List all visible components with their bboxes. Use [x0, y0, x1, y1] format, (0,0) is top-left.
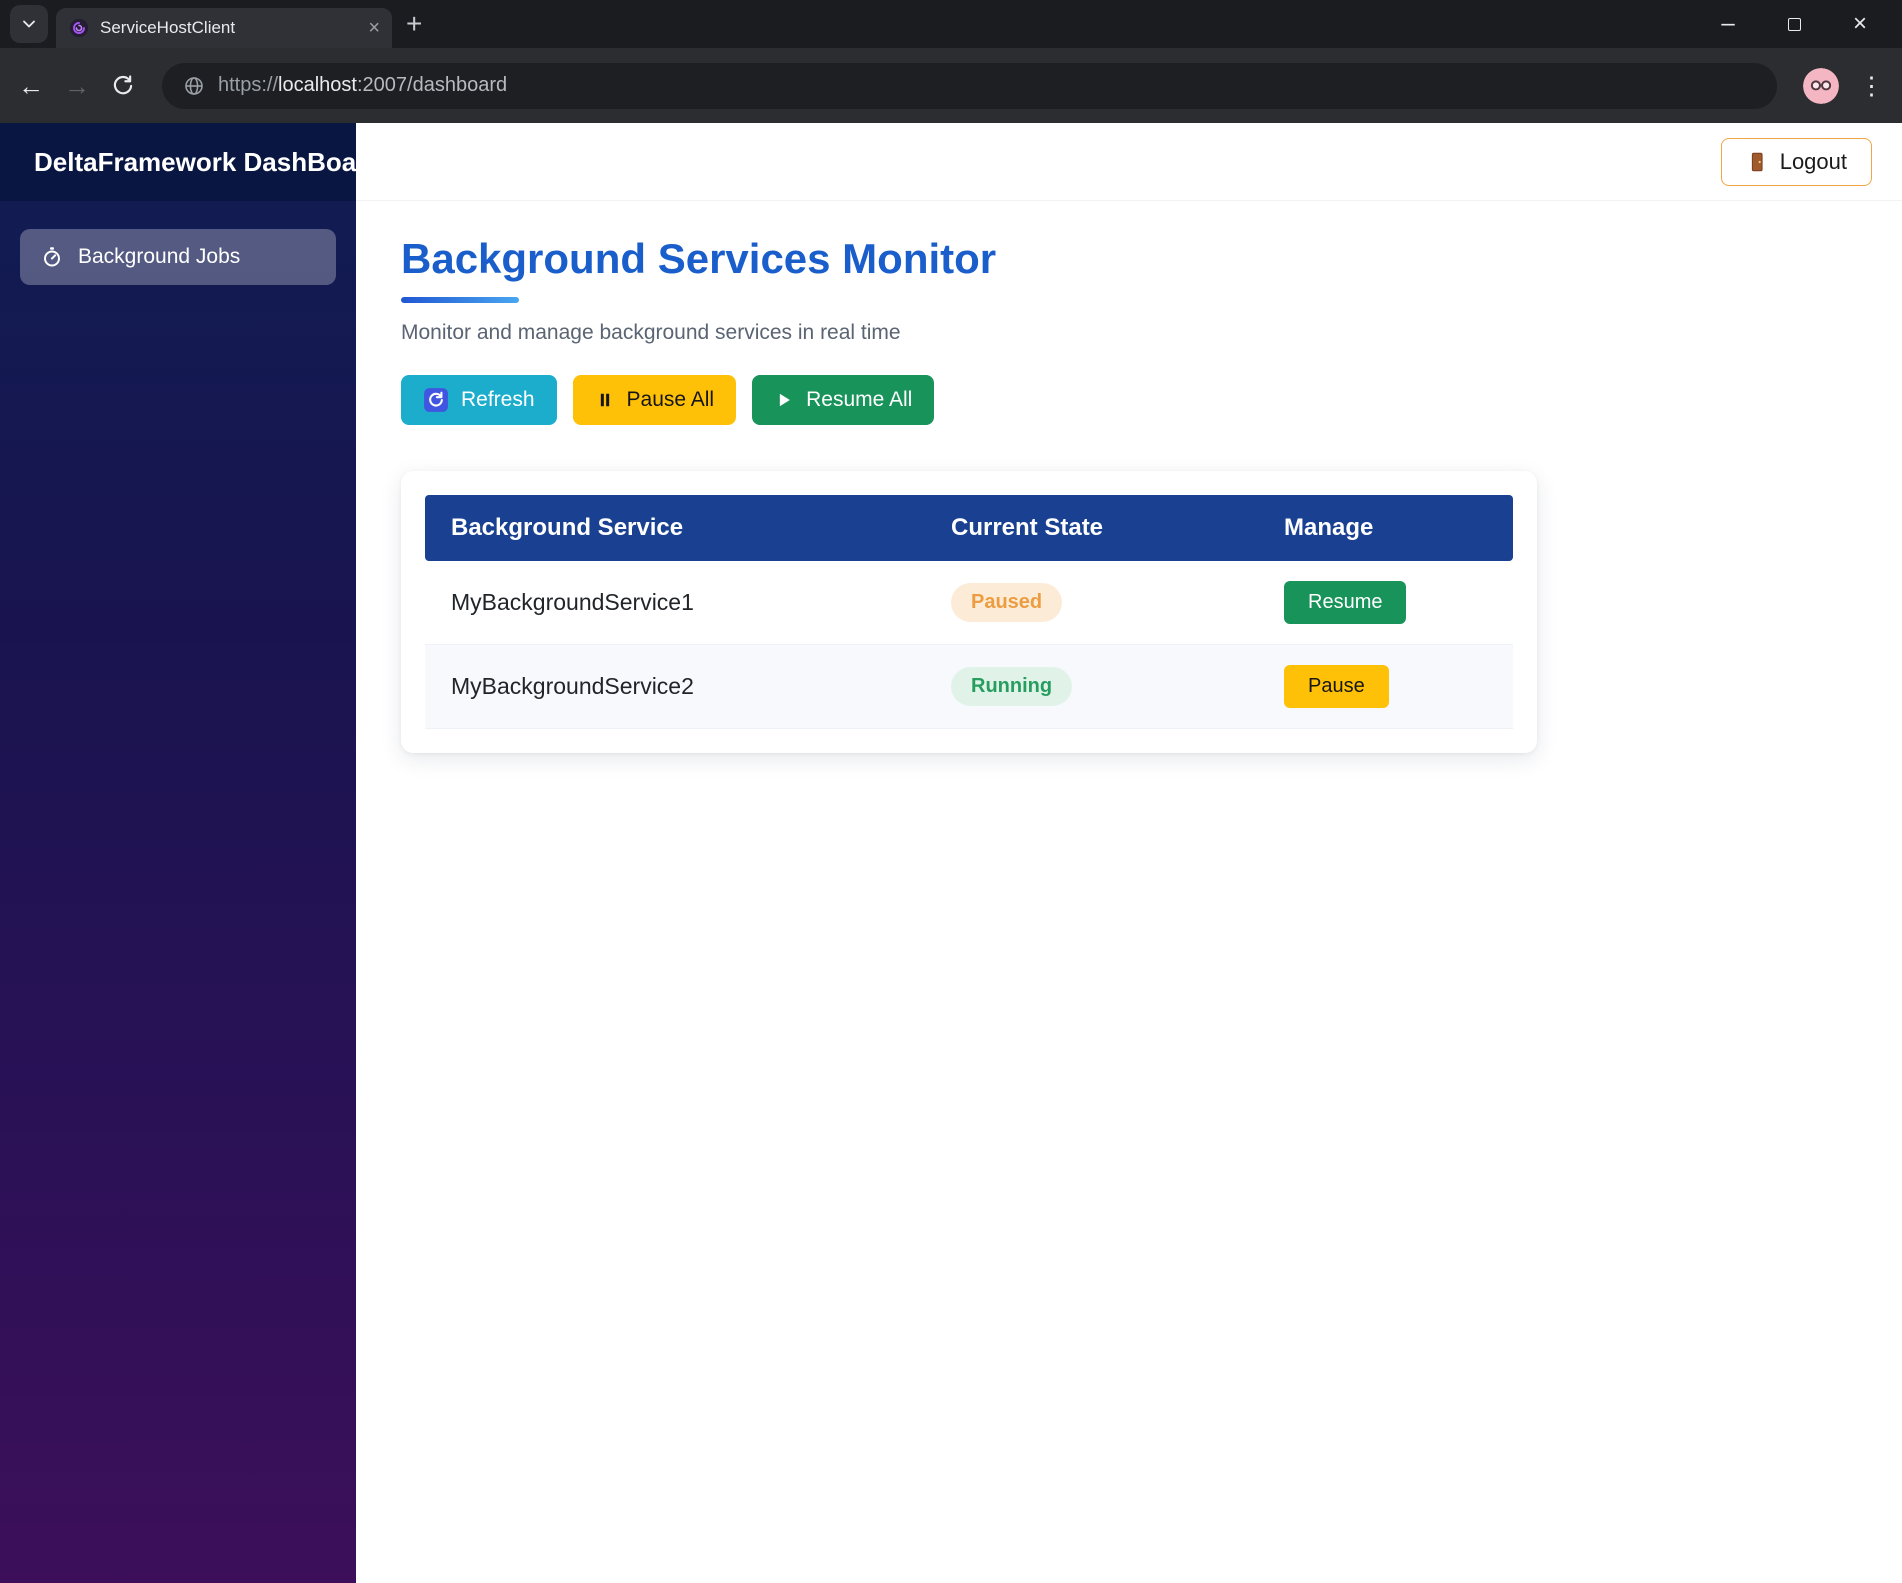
- stopwatch-icon: [40, 245, 64, 269]
- url-path: :2007/dashboard: [356, 74, 508, 96]
- status-badge: Paused: [951, 583, 1063, 622]
- chevron-down-icon: [19, 14, 39, 34]
- refresh-button[interactable]: Refresh: [401, 375, 557, 425]
- maximize-icon: [1787, 17, 1801, 31]
- top-header: Logout: [356, 123, 1902, 201]
- site-favicon-icon: [68, 17, 90, 39]
- app-brand: DeltaFramework DashBoard: [0, 123, 382, 201]
- page-content: Background Services Monitor Monitor and …: [356, 201, 1902, 787]
- service-name: MyBackgroundService1: [425, 561, 925, 645]
- url-host: localhost: [278, 74, 357, 96]
- browser-toolbar: ← → https://localhost:2007/dashboard ⋮: [0, 48, 1902, 123]
- col-header-current-state: Current State: [925, 495, 1258, 561]
- browser-window: ServiceHostClient × + – × ← → https://lo…: [0, 0, 1902, 123]
- services-table: Background Service Current State Manage …: [425, 495, 1513, 729]
- service-name: MyBackgroundService2: [425, 644, 925, 729]
- close-button[interactable]: ×: [1840, 6, 1880, 42]
- browser-tab[interactable]: ServiceHostClient ×: [56, 8, 392, 48]
- new-tab-button[interactable]: +: [406, 10, 422, 38]
- title-accent-bar: [401, 297, 519, 303]
- profile-avatar[interactable]: [1803, 67, 1839, 104]
- sidebar: DeltaFramework DashBoard Background Jobs: [0, 123, 382, 1583]
- resume-all-label: Resume All: [806, 388, 913, 411]
- sidebar-item-label: Background Jobs: [78, 245, 241, 268]
- pause-icon: [595, 390, 615, 410]
- main-column: Logout Background Services Monitor Monit…: [356, 123, 1902, 1583]
- refresh-icon: [423, 387, 449, 413]
- maximize-button[interactable]: [1774, 6, 1814, 42]
- pause-all-button[interactable]: Pause All: [572, 375, 737, 425]
- table-header-row: Background Service Current State Manage: [425, 495, 1513, 561]
- back-button[interactable]: ←: [18, 73, 44, 99]
- window-controls: – ×: [1708, 6, 1892, 42]
- tab-close-icon[interactable]: ×: [368, 18, 380, 38]
- page-title: Background Services Monitor: [401, 235, 997, 282]
- actions-toolbar: Refresh Pause All Resume All: [401, 375, 1857, 425]
- table-row: MyBackgroundService2 Running Pause: [425, 644, 1513, 729]
- refresh-label: Refresh: [461, 388, 535, 411]
- pause-service-button[interactable]: Pause: [1284, 665, 1389, 708]
- services-card: Background Service Current State Manage …: [401, 471, 1537, 753]
- forward-button[interactable]: →: [64, 73, 90, 99]
- logout-button[interactable]: Logout: [1720, 137, 1872, 186]
- url-scheme: https://: [218, 74, 279, 96]
- sidebar-item-background-jobs[interactable]: Background Jobs: [20, 229, 336, 285]
- table-row: MyBackgroundService1 Paused Resume: [425, 561, 1513, 645]
- resume-service-button[interactable]: Resume: [1284, 581, 1407, 624]
- reload-icon: [113, 74, 133, 94]
- logout-label: Logout: [1779, 148, 1847, 174]
- door-logout-icon: [1746, 150, 1768, 174]
- tab-strip: ServiceHostClient × + – ×: [0, 0, 1902, 48]
- browser-menu-icon[interactable]: ⋮: [1859, 71, 1884, 101]
- tab-title: ServiceHostClient: [100, 18, 236, 37]
- globe-icon: [182, 74, 206, 98]
- col-header-manage: Manage: [1258, 495, 1513, 561]
- pause-all-label: Pause All: [626, 388, 715, 411]
- app-root: DeltaFramework DashBoard Background Jobs: [0, 123, 1902, 1583]
- page-subtitle: Monitor and manage background services i…: [401, 321, 901, 344]
- resume-all-button[interactable]: Resume All: [752, 375, 935, 425]
- play-icon: [774, 390, 794, 410]
- tab-search-button[interactable]: [10, 5, 48, 43]
- status-badge: Running: [951, 667, 1073, 706]
- url-text: https://localhost:2007/dashboard: [218, 74, 507, 97]
- minimize-button[interactable]: –: [1708, 6, 1748, 42]
- reload-button[interactable]: [110, 73, 136, 99]
- col-header-background-service: Background Service: [425, 495, 925, 561]
- address-bar[interactable]: https://localhost:2007/dashboard: [162, 62, 1777, 109]
